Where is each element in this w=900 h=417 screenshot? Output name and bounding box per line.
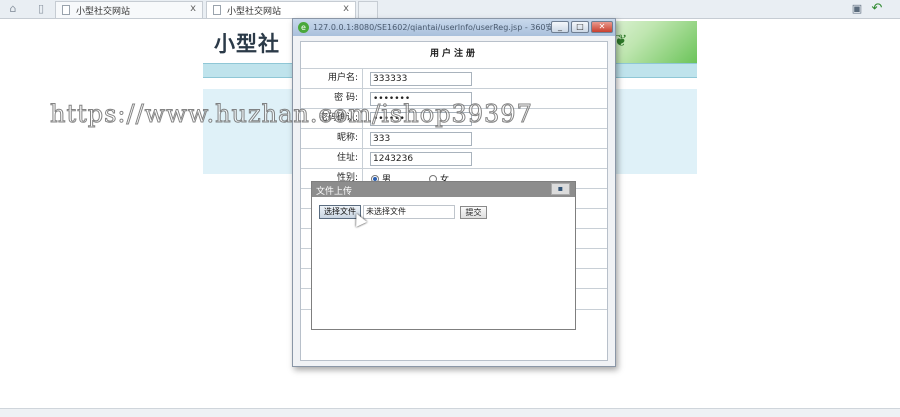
page-icon[interactable]: ▯ [34,2,48,16]
address-input[interactable]: 1243236 [370,152,472,166]
browser-tab-2[interactable]: 小型社交网站 x [206,1,356,18]
new-tab-button[interactable] [358,1,378,18]
tab-close-icon[interactable]: x [190,3,196,14]
tab-title: 小型社交网站 [76,7,131,17]
page-favicon-icon [213,5,221,15]
upload-title: 文件上传 [316,187,353,197]
dialog-url: 127.0.0.1:8080/SE1602/qiantai/userInfo/u… [313,23,554,32]
upload-close-icon[interactable]: ▪ [551,183,570,195]
tab-title: 小型社交网站 [227,7,282,17]
form-row-username: 用户名: 333333 [301,68,607,89]
banner-decoration-icon: ❦ [614,31,628,50]
maximize-button[interactable]: □ [571,21,589,33]
address-label: 住址: [301,149,363,169]
browser-tab-1[interactable]: 小型社交网站 x [55,1,203,18]
form-row-address: 住址: 1243236 [301,148,607,169]
browser-tab-bar: ⌂ ▯ 小型社交网站 x 小型社交网站 x ▣ ↶ [0,0,900,19]
page-favicon-icon [62,5,70,15]
close-button[interactable]: ✕ [591,21,613,33]
site-logo: 小型社 [214,31,280,56]
tab-close-icon[interactable]: x [343,3,349,14]
browser-logo-icon: e [298,22,309,33]
upload-title-bar[interactable]: 文件上传 ▪ [312,182,575,197]
file-status-text: 未选择文件 [363,205,455,219]
dialog-title-bar[interactable]: e 127.0.0.1:8080/SE1602/qiantai/userInfo… [293,19,615,36]
back-arrow-icon[interactable]: ↶ [870,2,884,16]
username-label: 用户名: [301,69,363,89]
nickname-label: 昵称: [301,129,363,149]
watermark: https://www.huzhan.com/ishop39397 [50,100,533,129]
extensions-icon[interactable]: ▣ [850,2,864,16]
nickname-input[interactable]: 333 [370,132,472,146]
username-input[interactable]: 333333 [370,72,472,86]
file-upload-popup: 文件上传 ▪ 选择文件 未选择文件 提交 [311,181,576,330]
form-row-nickname: 昵称: 333 [301,128,607,149]
submit-upload-button[interactable]: 提交 [460,206,487,219]
home-icon[interactable]: ⌂ [6,2,20,16]
form-title: 用户注册 [429,49,478,59]
minimize-button[interactable]: _ [551,21,569,33]
